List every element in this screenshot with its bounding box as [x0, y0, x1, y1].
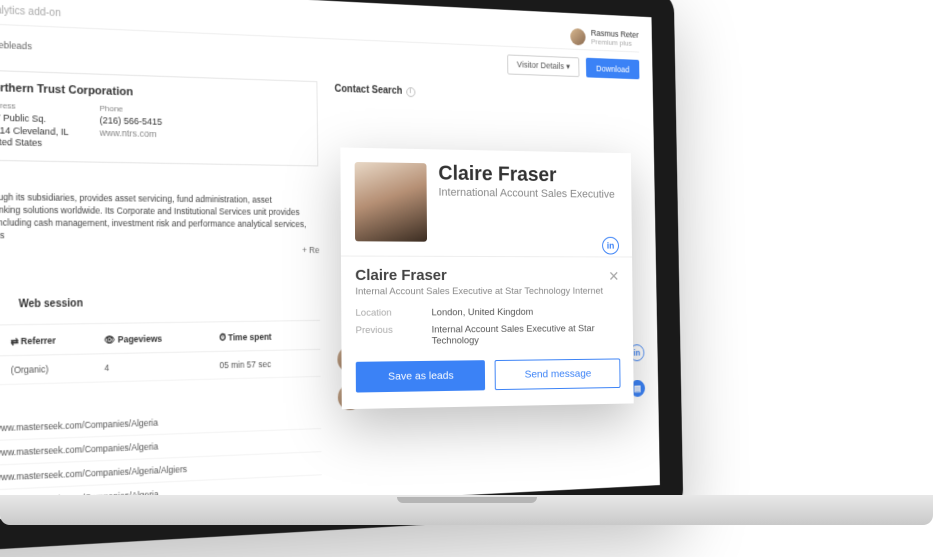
web-session-heading: Web session [19, 299, 83, 311]
close-icon[interactable]: ✕ [608, 268, 619, 285]
back-label: Back to list of Webleads [0, 36, 32, 51]
chevron-down-icon: ▾ [566, 62, 570, 72]
linkedin-icon[interactable]: in [602, 237, 619, 255]
save-as-leads-button[interactable]: Save as leads [356, 360, 485, 392]
contact-search-heading: Contact Search i [335, 84, 640, 105]
addon-label: Google Analytics add-on [0, 2, 61, 19]
user-chip[interactable]: Rasmus Reter Premium plus [571, 28, 639, 48]
visitor-details-button[interactable]: Visitor Details ▾ [507, 54, 579, 77]
divider [341, 256, 632, 258]
download-button[interactable]: Download [586, 58, 640, 80]
contact-title: International Account Sales Executive [438, 187, 614, 202]
company-name: Northern Trust Corporation [0, 81, 306, 103]
phone-value: (216) 566-5415 [99, 115, 162, 129]
previous-row: Previous Internal Account Sales Executiv… [356, 323, 621, 347]
send-message-button[interactable]: Send message [495, 358, 621, 390]
back-link[interactable]: Back to list of Webleads [0, 35, 32, 51]
phone-label: Phone [99, 104, 162, 115]
session-table: Client ⇄ Referrer 👁 Pageviews ⏱ Time spe… [0, 323, 321, 388]
summary-text: ust Corporation, through its subsidiarie… [0, 191, 319, 243]
info-icon[interactable]: i [406, 87, 415, 97]
contact-photo [355, 162, 427, 242]
read-more-link[interactable]: + Re [0, 244, 319, 255]
address-label: Address [0, 100, 68, 112]
detail-subtitle: Internal Account Sales Executive at Star… [355, 286, 619, 298]
detail-name: Claire Fraser [355, 267, 619, 284]
interation-heading: r Interation [0, 269, 320, 282]
company-card: n Trust Northern Trust Corporation Addre… [0, 67, 319, 166]
contact-name: Claire Fraser [438, 163, 614, 187]
site-value: www.ntrs.com [100, 127, 163, 140]
summary-heading: summary [0, 175, 319, 192]
laptop-hinge [397, 497, 537, 503]
address-value: 127 Public Sq. 44114 Cleveland, IL Unite… [0, 112, 69, 151]
table-row: (Organic) 4 05 min 57 sec [0, 350, 321, 388]
avatar-icon [571, 28, 586, 46]
location-row: Location London, United Kingdom [355, 306, 619, 318]
contact-popup: Claire Fraser International Account Sale… [340, 147, 633, 409]
